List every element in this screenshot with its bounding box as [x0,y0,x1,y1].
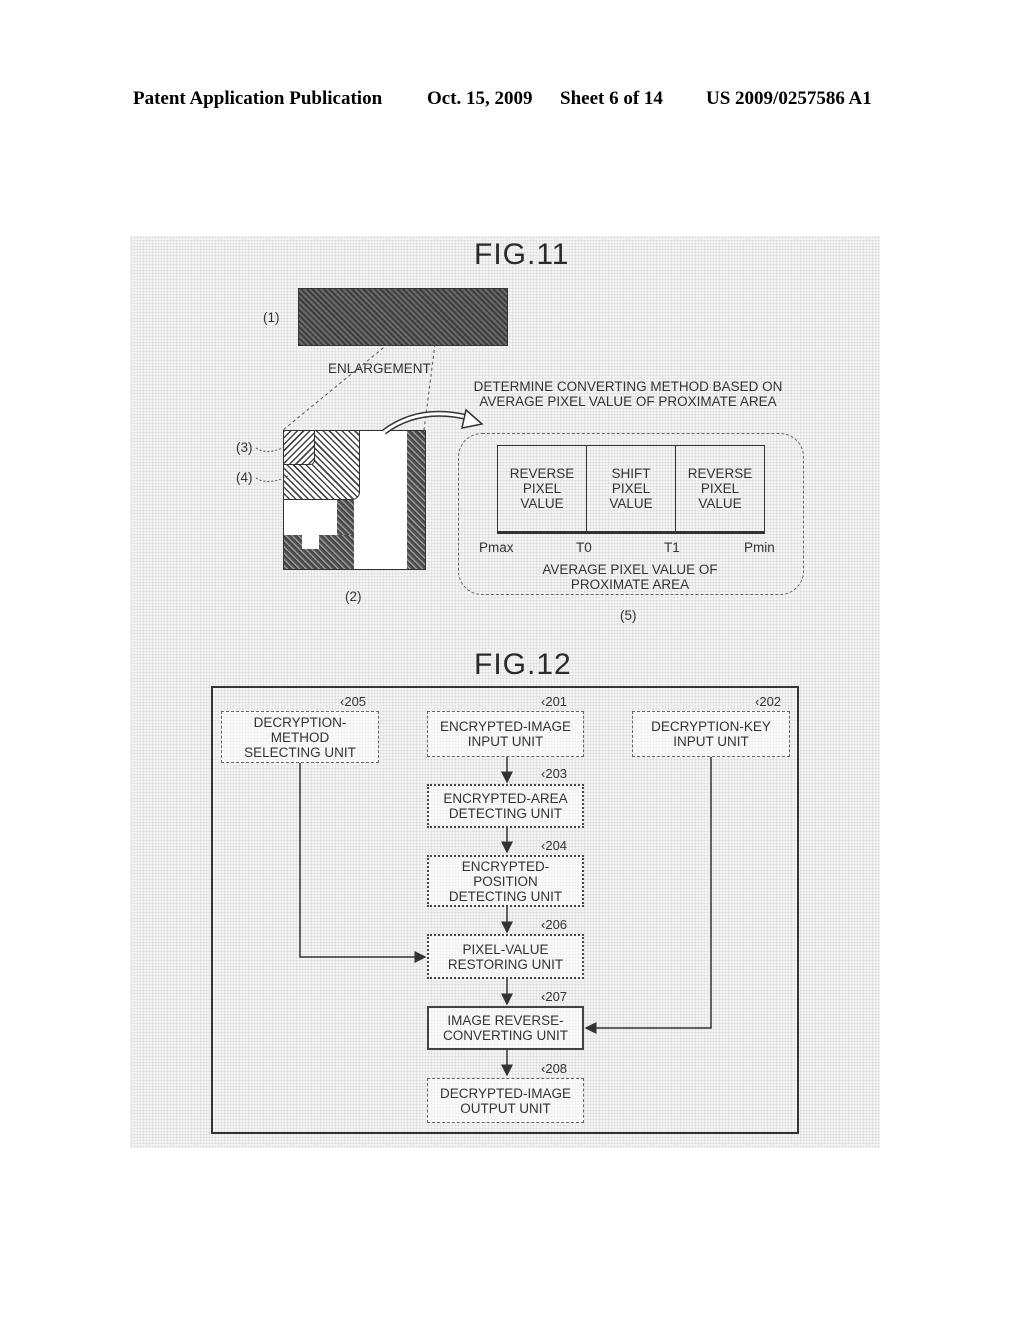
ref-text: 203 [545,766,568,781]
decrypted-image-output-unit: DECRYPTED-IMAGE OUTPUT UNIT [427,1078,584,1123]
ref-text: 202 [759,694,782,709]
ref-text: 205 [344,694,367,709]
ref-207: ‹207 [541,989,568,1004]
unit-text: DECRYPTION-KEY [651,719,771,734]
ref-204: ‹204 [541,838,568,853]
ref-text: 201 [545,694,568,709]
ref-text: 207 [545,989,568,1004]
ref-208: ‹208 [541,1061,568,1076]
ref-202: ‹202 [755,694,782,709]
unit-text: DECRYPTION- [253,714,347,730]
decryption-key-input-unit: DECRYPTION-KEY INPUT UNIT [632,711,790,757]
encrypted-position-detecting-unit: ENCRYPTED- POSITION DETECTING UNIT [427,855,584,907]
pixel-value-restoring-unit: PIXEL-VALUE RESTORING UNIT [427,934,584,979]
ref-205: ‹205 [340,694,367,709]
unit-text: CONVERTING UNIT [442,1028,568,1043]
arrow-202-207 [584,757,712,1034]
ref-201: ‹201 [541,694,568,709]
ref-text: 206 [545,917,568,932]
unit-text: INPUT UNIT [673,734,749,749]
arrow-205-206 [299,763,427,963]
unit-text: SELECTING UNIT [244,744,356,760]
encrypted-area-detecting-unit: ENCRYPTED-AREA DETECTING UNIT [427,784,584,828]
unit-text: ENCRYPTED- [461,858,550,874]
encrypted-image-input-unit: ENCRYPTED-IMAGE INPUT UNIT [427,711,584,757]
unit-text: INPUT UNIT [467,734,544,749]
unit-text: DECRYPTED-IMAGE [439,1085,572,1101]
unit-text: RESTORING UNIT [447,956,564,972]
image-reverse-converting-unit: IMAGE REVERSE- CONVERTING UNIT [427,1006,584,1050]
unit-text: PIXEL-VALUE [462,941,549,957]
ref-206: ‹206 [541,917,568,932]
unit-text: METHOD [270,729,330,745]
ref-203: ‹203 [541,766,568,781]
unit-text: OUTPUT UNIT [460,1100,551,1116]
unit-text: DETECTING UNIT [448,888,563,904]
unit-text: ENCRYPTED-AREA [443,791,568,806]
unit-text: ENCRYPTED-IMAGE [439,719,572,734]
unit-text: POSITION [473,873,538,889]
ref-text: 204 [545,838,568,853]
unit-text: IMAGE REVERSE- [447,1013,564,1028]
ref-text: 208 [545,1061,568,1076]
unit-text: DETECTING UNIT [448,806,563,821]
decryption-method-selecting-unit: DECRYPTION- METHOD SELECTING UNIT [221,711,379,763]
